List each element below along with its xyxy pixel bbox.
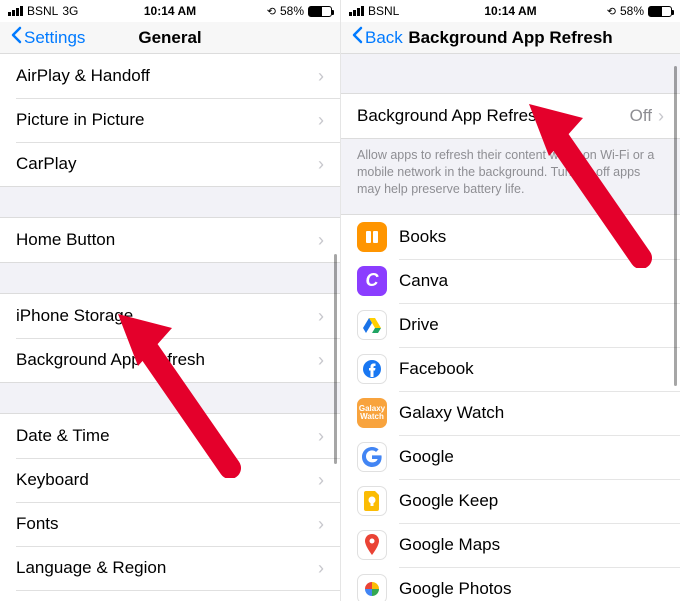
battery-percent: 58% [280,4,304,18]
battery-icon [648,6,672,17]
row-language-region[interactable]: Language & Region › [0,546,340,590]
row-label: Fonts [16,514,318,534]
signal-icon [8,6,23,16]
nav-bar: Back Background App Refresh [341,22,680,54]
section-footer: Allow apps to refresh their content when… [341,138,680,215]
back-button[interactable]: Back [351,26,403,49]
row-picture-in-picture[interactable]: Picture in Picture › [0,98,340,142]
app-row-google-photos[interactable]: Google Photos [341,567,680,601]
battery-percent: 58% [620,4,644,18]
row-label: AirPlay & Handoff [16,66,318,86]
row-bar-toggle[interactable]: Background App Refresh Off › [341,94,680,138]
app-label: Google [399,447,454,467]
app-label: Facebook [399,359,474,379]
row-label: Date & Time [16,426,318,446]
app-icon-photos [357,574,387,601]
row-background-app-refresh[interactable]: Background App Refresh › [0,338,340,382]
row-label: Keyboard [16,470,318,490]
chevron-right-icon: › [318,66,324,87]
chevron-right-icon: › [658,106,664,127]
clock: 10:14 AM [116,4,224,18]
app-label: Drive [399,315,439,335]
back-label: Settings [24,28,85,48]
app-icon-facebook [357,354,387,384]
app-icon-canva: C [357,266,387,296]
group-separator [341,54,680,94]
row-label: Home Button [16,230,318,250]
row-label: iPhone Storage [16,306,318,326]
row-label: Language & Region [16,558,318,578]
carrier-label: BSNL [27,4,58,18]
row-airplay-handoff[interactable]: AirPlay & Handoff › [0,54,340,98]
scroll-indicator[interactable] [334,254,337,464]
app-row-canva[interactable]: C Canva [341,259,680,303]
app-icon-books [357,222,387,252]
scroll-indicator[interactable] [674,66,677,386]
row-carplay[interactable]: CarPlay › [0,142,340,186]
app-row-galaxy-watch[interactable]: GalaxyWatch Galaxy Watch [341,391,680,435]
chevron-right-icon: › [318,470,324,491]
phone-general-settings: BSNL 3G 10:14 AM ⟲ 58% Settings General [0,0,340,601]
phone-background-app-refresh: BSNL 10:14 AM ⟲ 58% Back Background App … [340,0,680,601]
app-icon-google [357,442,387,472]
row-label: Background App Refresh [357,106,630,126]
app-row-google[interactable]: Google [341,435,680,479]
status-bar: BSNL 3G 10:14 AM ⟲ 58% [0,0,340,22]
chevron-right-icon: › [318,306,324,327]
app-label: Canva [399,271,448,291]
app-row-google-keep[interactable]: Google Keep [341,479,680,523]
chevron-right-icon: › [318,426,324,447]
row-label: Background App Refresh [16,350,318,370]
carrier-label: BSNL [368,4,399,18]
app-icon-drive [357,310,387,340]
network-label: 3G [62,4,78,18]
row-home-button[interactable]: Home Button › [0,218,340,262]
app-row-facebook[interactable]: Facebook [341,347,680,391]
app-label: Galaxy Watch [399,403,504,423]
group-separator [0,262,340,294]
chevron-right-icon: › [318,350,324,371]
group-separator [0,382,340,414]
settings-list[interactable]: AirPlay & Handoff › Picture in Picture ›… [0,54,340,601]
app-label: Books [399,227,446,247]
back-label: Back [365,28,403,48]
row-dictionary[interactable]: Dictionary › [0,590,340,601]
row-date-time[interactable]: Date & Time › [0,414,340,458]
app-row-drive[interactable]: Drive [341,303,680,347]
chevron-right-icon: › [318,514,324,535]
row-value: Off [630,106,652,126]
row-label: Picture in Picture [16,110,318,130]
chevron-right-icon: › [318,110,324,131]
rotation-lock-icon: ⟲ [607,5,616,18]
app-label: Google Maps [399,535,500,555]
app-icon-galaxy-watch: GalaxyWatch [357,398,387,428]
nav-bar: Settings General [0,22,340,54]
row-label: CarPlay [16,154,318,174]
app-row-books[interactable]: Books [341,215,680,259]
row-iphone-storage[interactable]: iPhone Storage › [0,294,340,338]
app-label: Google Keep [399,491,498,511]
chevron-left-icon [351,26,363,49]
battery-icon [308,6,332,17]
chevron-right-icon: › [318,230,324,251]
bar-list[interactable]: Background App Refresh Off › Allow apps … [341,54,680,601]
chevron-right-icon: › [318,558,324,579]
back-button[interactable]: Settings [10,26,85,49]
chevron-left-icon [10,26,22,49]
app-row-google-maps[interactable]: Google Maps [341,523,680,567]
app-icon-maps [357,530,387,560]
row-keyboard[interactable]: Keyboard › [0,458,340,502]
status-bar: BSNL 10:14 AM ⟲ 58% [341,0,680,22]
chevron-right-icon: › [318,154,324,175]
app-label: Google Photos [399,579,511,599]
rotation-lock-icon: ⟲ [267,5,276,18]
signal-icon [349,6,364,16]
group-separator [0,186,340,218]
app-icon-keep [357,486,387,516]
row-fonts[interactable]: Fonts › [0,502,340,546]
clock: 10:14 AM [457,4,565,18]
